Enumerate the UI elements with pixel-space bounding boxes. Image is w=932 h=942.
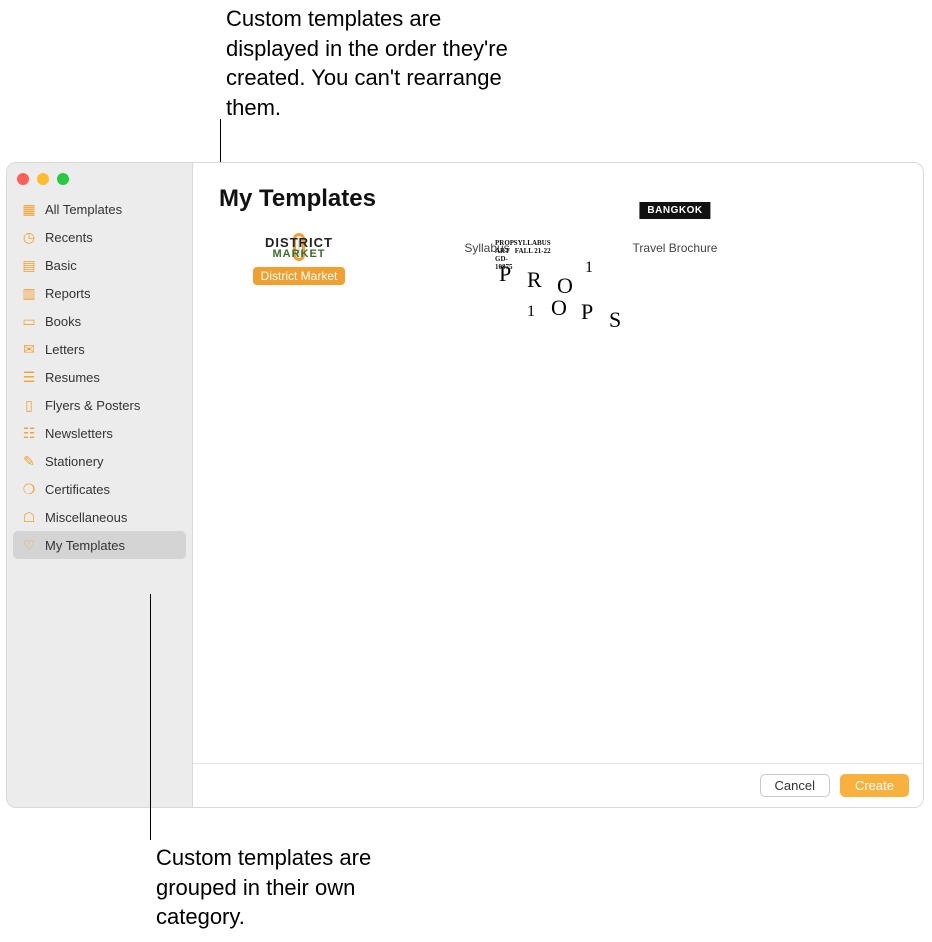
sidebar: ▦ All Templates ◷ Recents ▤ Basic ▥ Reports ▭ Boo… xyxy=(7,163,193,807)
sidebar-item-label: Certificates xyxy=(45,482,110,497)
sidebar-item-letters[interactable]: ✉ Letters xyxy=(13,335,186,363)
pencil-icon: ✎ xyxy=(21,453,37,469)
sidebar-item-label: All Templates xyxy=(45,202,122,217)
content-area: My Templates DISTRICT MARKET xyxy=(193,163,923,763)
sidebar-item-label: Recents xyxy=(45,230,93,245)
minimize-window-button[interactable] xyxy=(37,173,49,185)
sidebar-item-label: Basic xyxy=(45,258,77,273)
template-travel-brochure[interactable]: BANGKOK Travel Brochure xyxy=(595,233,755,257)
cancel-button[interactable]: Cancel xyxy=(760,774,830,797)
sidebar-item-all-templates[interactable]: ▦ All Templates xyxy=(13,195,186,223)
thumb-text: MARKET xyxy=(298,248,300,256)
sidebar-item-books[interactable]: ▭ Books xyxy=(13,307,186,335)
template-label: District Market xyxy=(253,267,346,285)
sidebar-item-stationery[interactable]: ✎ Stationery xyxy=(13,447,186,475)
template-district-market[interactable]: DISTRICT MARKET District Market xyxy=(219,233,379,285)
ribbon-icon: ❍ xyxy=(21,481,37,497)
doc-icon: ▤ xyxy=(21,257,37,273)
template-thumbnail: DISTRICT MARKET xyxy=(298,237,300,256)
book-icon: ▭ xyxy=(21,313,37,329)
sidebar-item-label: Newsletters xyxy=(45,426,113,441)
close-window-button[interactable] xyxy=(17,173,29,185)
sidebar-item-recents[interactable]: ◷ Recents xyxy=(13,223,186,251)
sidebar-item-label: Reports xyxy=(45,286,91,301)
template-label: Travel Brochure xyxy=(625,239,726,257)
report-icon: ▥ xyxy=(21,285,37,301)
sidebar-item-miscellaneous[interactable]: ☖ Miscellaneous xyxy=(13,503,186,531)
clock-icon: ◷ xyxy=(21,229,37,245)
envelope-icon: ✉ xyxy=(21,341,37,357)
sidebar-item-reports[interactable]: ▥ Reports xyxy=(13,279,186,307)
news-icon: ☷ xyxy=(21,425,37,441)
zoom-window-button[interactable] xyxy=(57,173,69,185)
template-syllabus[interactable]: PROP ART GD-10875 SYLLABUS FALL 21-22 xyxy=(407,233,567,257)
sidebar-item-label: Books xyxy=(45,314,81,329)
footer-bar: Cancel Create xyxy=(193,763,923,807)
template-chooser-window: ▦ All Templates ◷ Recents ▤ Basic ▥ Reports ▭ Boo… xyxy=(6,162,924,808)
heart-icon: ♡ xyxy=(21,537,37,553)
sidebar-item-basic[interactable]: ▤ Basic xyxy=(13,251,186,279)
window-controls xyxy=(7,169,192,195)
template-grid: DISTRICT MARKET District Market xyxy=(219,233,897,285)
sidebar-item-newsletters[interactable]: ☷ Newsletters xyxy=(13,419,186,447)
sidebar-item-label: My Templates xyxy=(45,538,125,553)
sidebar-item-certificates[interactable]: ❍ Certificates xyxy=(13,475,186,503)
sidebar-item-label: Miscellaneous xyxy=(45,510,127,525)
grid-icon: ▦ xyxy=(21,201,37,217)
archive-icon: ☖ xyxy=(21,509,37,525)
callout-leader-line xyxy=(150,594,151,840)
sidebar-item-resumes[interactable]: ☰ Resumes xyxy=(13,363,186,391)
create-button[interactable]: Create xyxy=(840,774,909,797)
sidebar-item-flyers-posters[interactable]: ▯ Flyers & Posters xyxy=(13,391,186,419)
sidebar-category-list: ▦ All Templates ◷ Recents ▤ Basic ▥ Reports ▭ Boo… xyxy=(7,195,192,559)
poster-icon: ▯ xyxy=(21,397,37,413)
sidebar-item-label: Flyers & Posters xyxy=(45,398,140,413)
sidebar-item-label: Stationery xyxy=(45,454,104,469)
person-icon: ☰ xyxy=(21,369,37,385)
sidebar-item-label: Letters xyxy=(45,342,85,357)
callout-bottom: Custom templates are grouped in their ow… xyxy=(156,843,416,932)
main-pane: My Templates DISTRICT MARKET xyxy=(193,163,923,807)
sidebar-item-my-templates[interactable]: ♡ My Templates xyxy=(13,531,186,559)
sidebar-item-label: Resumes xyxy=(45,370,100,385)
callout-top: Custom templates are displayed in the or… xyxy=(226,4,536,123)
page-title: My Templates xyxy=(219,185,897,213)
